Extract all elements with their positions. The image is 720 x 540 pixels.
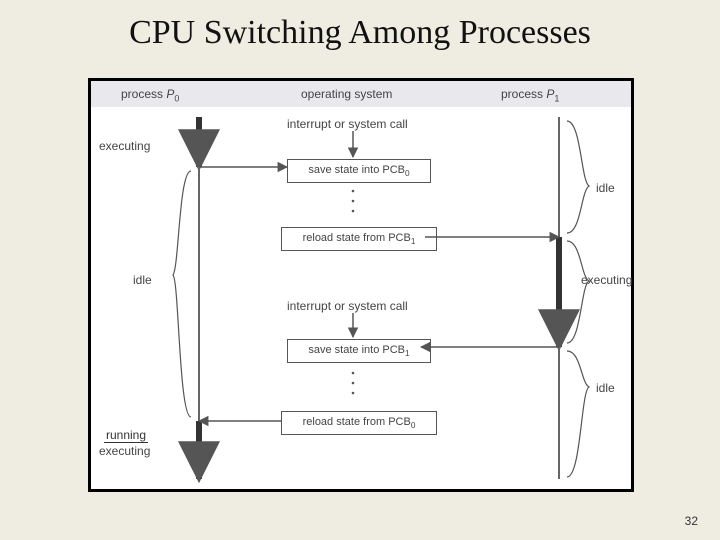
slide-title: CPU Switching Among Processes: [0, 0, 720, 58]
annotation-running: running: [104, 428, 148, 443]
flow-svg: [91, 81, 631, 489]
diagram-frame: process P0 operating system process P1 e…: [88, 78, 634, 492]
page-number: 32: [685, 514, 698, 528]
